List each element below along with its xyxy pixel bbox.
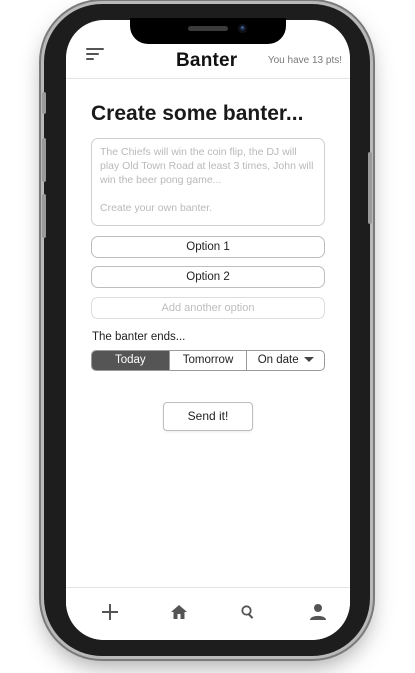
page-heading: Create some banter...	[91, 102, 304, 125]
home-icon[interactable]	[167, 600, 191, 624]
banter-example-placeholder: The Chiefs will win the coin flip, the D…	[100, 146, 314, 186]
chevron-down-icon	[303, 357, 314, 362]
camera-icon	[238, 24, 247, 33]
end-today-label: Today	[114, 354, 146, 366]
points-balance: You have 13 pts!	[267, 55, 342, 66]
bottom-tab-bar	[66, 587, 350, 640]
volume-up-button	[42, 138, 46, 182]
send-button[interactable]: Send it!	[163, 402, 253, 431]
option-2-input[interactable]: Option 2	[91, 266, 325, 288]
end-on-date-option[interactable]: On date	[247, 351, 324, 370]
end-date-selector: Today Tomorrow On date	[91, 350, 325, 371]
volume-down-button	[42, 194, 46, 238]
power-button	[368, 152, 372, 224]
profile-icon[interactable]	[306, 600, 330, 624]
menu-icon[interactable]	[86, 48, 104, 62]
banter-text-input[interactable]: The Chiefs will win the coin flip, the D…	[91, 138, 325, 226]
end-today-option[interactable]: Today	[92, 351, 170, 370]
end-on-date-label: On date	[257, 354, 299, 366]
search-icon[interactable]	[236, 600, 260, 624]
speaker-grille	[188, 26, 228, 31]
add-option-input[interactable]: Add another option	[91, 297, 325, 319]
mute-switch	[42, 92, 46, 114]
end-tomorrow-option[interactable]: Tomorrow	[170, 351, 248, 370]
phone-notch	[130, 18, 286, 44]
app-title: Banter	[176, 50, 238, 71]
app-screen: Banter You have 13 pts! Create some bant…	[66, 20, 350, 640]
plus-icon[interactable]	[98, 600, 122, 624]
option-1-input[interactable]: Option 1	[91, 236, 325, 258]
header-divider	[66, 78, 350, 79]
banter-ends-label: The banter ends...	[92, 331, 186, 343]
banter-own-placeholder: Create your own banter.	[100, 202, 213, 214]
end-tomorrow-label: Tomorrow	[182, 354, 234, 366]
